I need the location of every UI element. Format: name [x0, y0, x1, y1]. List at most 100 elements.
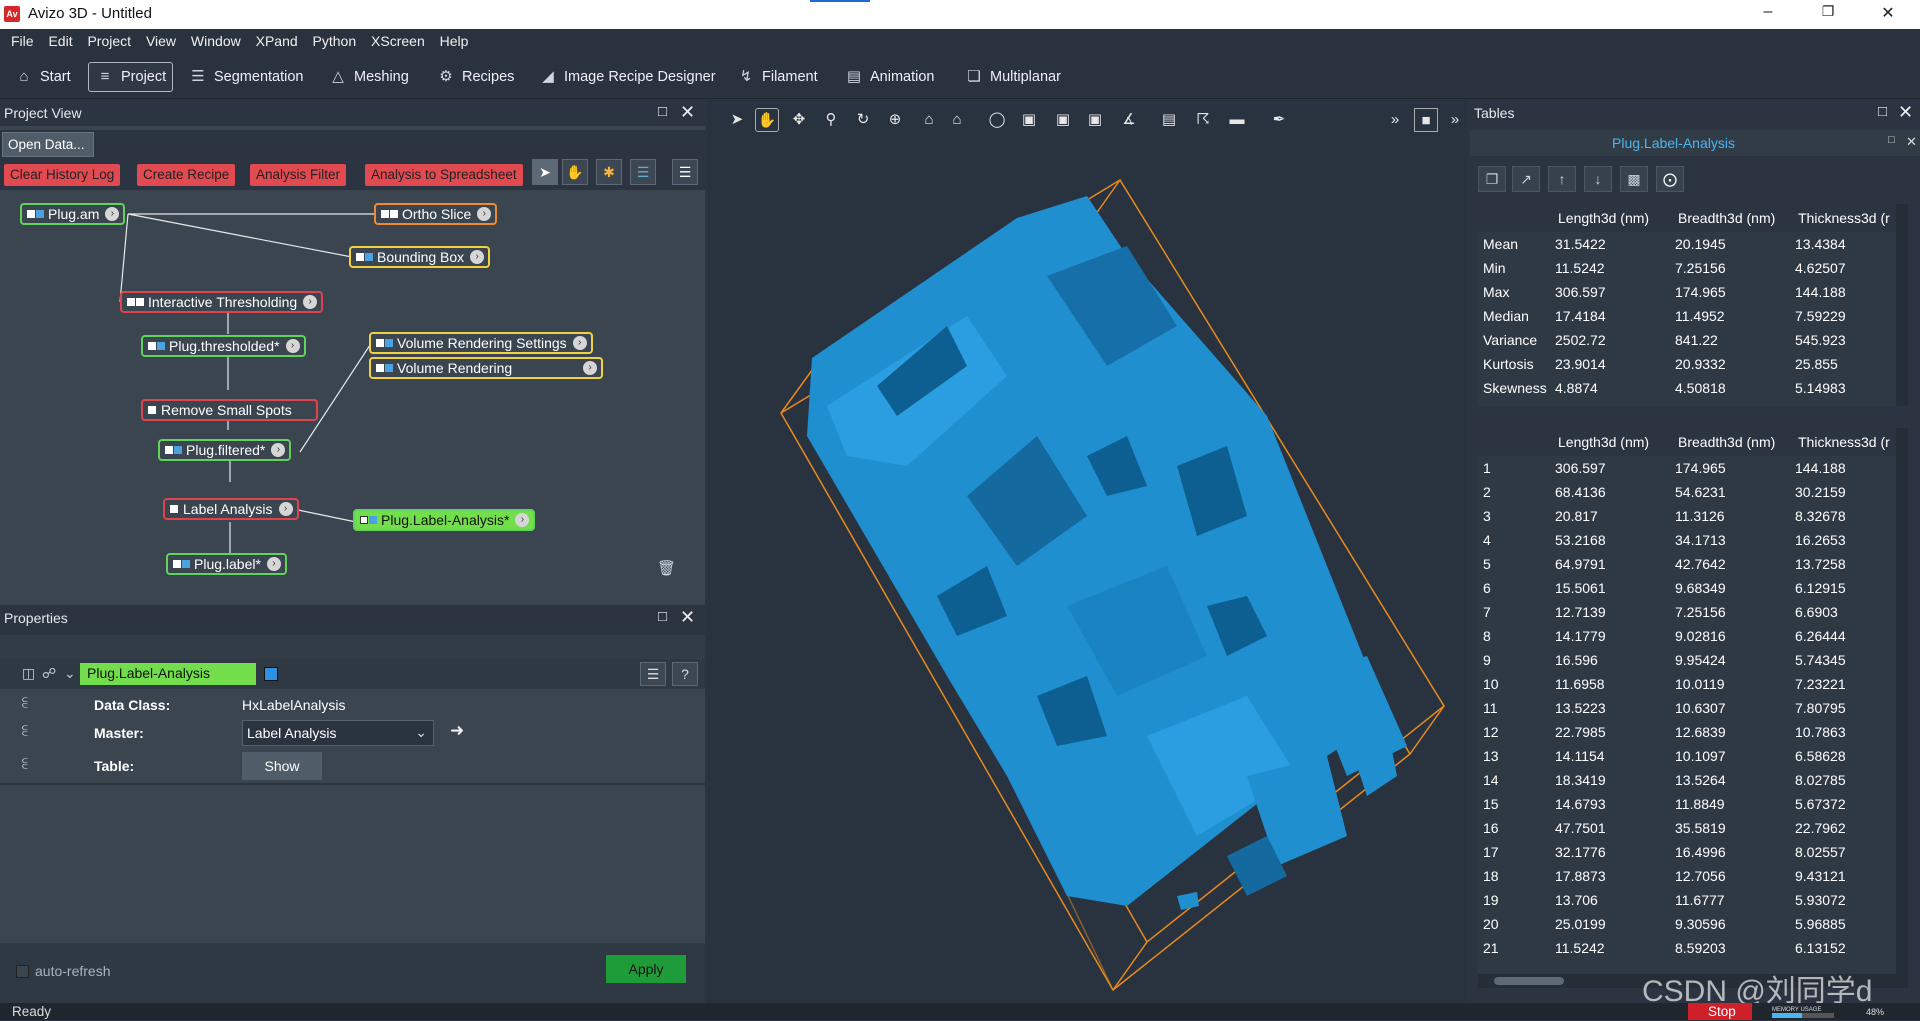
row-header[interactable]: Mean [1478, 232, 1550, 256]
node-visibility-icon[interactable] [148, 406, 156, 414]
volume-rendering-view[interactable] [707, 136, 1467, 1005]
row-header[interactable]: 14 [1478, 768, 1550, 792]
table-cell[interactable]: 11.3126 [1670, 504, 1790, 528]
zoom-icon[interactable]: ⚲ [819, 108, 843, 132]
close-panel-icon[interactable]: ✕ [680, 608, 695, 626]
row-header[interactable]: 10 [1478, 672, 1550, 696]
table-cell[interactable]: 7.25156 [1670, 256, 1790, 280]
row-header[interactable]: 1 [1478, 456, 1550, 480]
table-row[interactable]: 8 14.1779 9.02816 6.26444 [1478, 624, 1900, 648]
node-connect-icon[interactable]: › [470, 250, 485, 264]
row-header[interactable]: Skewness [1478, 376, 1550, 400]
node-ortho-slice[interactable]: Ortho Slice › [374, 203, 498, 225]
show-table-button[interactable]: Show [242, 752, 322, 780]
float-panel-icon[interactable]: □ [658, 608, 667, 626]
project-button[interactable]: ≡ Project [88, 62, 174, 92]
float-panel-icon[interactable]: □ [658, 103, 667, 121]
table-cell[interactable]: 10.0119 [1670, 672, 1790, 696]
table-cell[interactable]: 4.62507 [1790, 256, 1900, 280]
row-header[interactable]: 8 [1478, 624, 1550, 648]
table-cell[interactable]: 68.4136 [1550, 480, 1670, 504]
float-tab-icon[interactable]: □ [1888, 134, 1895, 146]
arrow-right-icon[interactable]: ➜ [450, 721, 464, 741]
table-cell[interactable]: 7.80795 [1790, 696, 1900, 720]
node-connect-icon[interactable]: › [278, 502, 293, 516]
pin-icon[interactable]: ⫕ [22, 756, 28, 772]
table-cell[interactable]: 10.6307 [1670, 696, 1790, 720]
column-header[interactable]: Length3d (nm) [1550, 428, 1670, 456]
table-cell[interactable]: 306.597 [1550, 456, 1670, 480]
table-cell[interactable]: 11.5242 [1550, 936, 1670, 960]
table-cell[interactable]: 11.4952 [1670, 304, 1790, 328]
node-connect-icon[interactable]: › [285, 339, 300, 353]
more-tools-icon[interactable]: » [1383, 108, 1407, 132]
row-header[interactable]: 12 [1478, 720, 1550, 744]
node-connect-icon[interactable]: › [583, 361, 597, 375]
scroll-thumb[interactable] [1494, 977, 1564, 985]
select-tool-icon[interactable]: ➤ [532, 159, 558, 185]
node-visibility-icon[interactable] [376, 364, 384, 372]
row-header[interactable]: 4 [1478, 528, 1550, 552]
table-cell[interactable]: 7.25156 [1670, 600, 1790, 624]
table-cell[interactable]: 7.59229 [1790, 304, 1900, 328]
recipe-designer-button[interactable]: ◢ Image Recipe Designer [532, 62, 722, 92]
table-cell[interactable]: 20.817 [1550, 504, 1670, 528]
table-row[interactable]: 15 14.6793 11.8849 5.67372 [1478, 792, 1900, 816]
node-volume-rendering-settings[interactable]: Volume Rendering Settings › [369, 332, 593, 354]
table-row[interactable]: 9 16.596 9.95424 5.74345 [1478, 648, 1900, 672]
tree-view-icon[interactable]: ☰ [630, 159, 656, 185]
node-plug-thresholded[interactable]: Plug.thresholded* › [141, 335, 306, 357]
project-graph[interactable]: Plug.am › Ortho Slice › Bounding Box › Inte… [0, 192, 705, 602]
table-cell[interactable]: 18.3419 [1550, 768, 1670, 792]
node-connect-icon[interactable]: › [105, 207, 120, 221]
table-cell[interactable]: 13.706 [1550, 888, 1670, 912]
row-header[interactable]: 17 [1478, 840, 1550, 864]
table-cell[interactable]: 6.58628 [1790, 744, 1900, 768]
table-cell[interactable]: 13.5223 [1550, 696, 1670, 720]
table-row[interactable]: 17 32.1776 16.4996 8.02557 [1478, 840, 1900, 864]
row-header[interactable]: 21 [1478, 936, 1550, 960]
table-cell[interactable]: 6.12915 [1790, 576, 1900, 600]
table-cell[interactable]: 144.188 [1790, 280, 1900, 304]
table-row[interactable]: 3 20.817 11.3126 8.32678 [1478, 504, 1900, 528]
table-cell[interactable]: 5.93072 [1790, 888, 1900, 912]
table-row[interactable]: 19 13.706 11.6777 5.93072 [1478, 888, 1900, 912]
table-cell[interactable]: 22.7962 [1790, 816, 1900, 840]
node-connect-icon[interactable]: › [271, 443, 286, 457]
rotate-icon[interactable]: ↻ [851, 108, 875, 132]
table-cell[interactable]: 9.68349 [1670, 576, 1790, 600]
table-row[interactable]: 13 14.1154 10.1097 6.58628 [1478, 744, 1900, 768]
table-cell[interactable]: 16.2653 [1790, 528, 1900, 552]
table-cell[interactable]: 14.1154 [1550, 744, 1670, 768]
target-icon[interactable]: ⨀ [1656, 166, 1684, 192]
table-cell[interactable]: 6.26444 [1790, 624, 1900, 648]
table-cell[interactable]: 6.13152 [1790, 936, 1900, 960]
master-select[interactable]: Label Analysis ⌄ [242, 720, 434, 746]
export-icon[interactable]: ↗ [1512, 166, 1540, 192]
table-cell[interactable]: 22.7985 [1550, 720, 1670, 744]
float-panel-icon[interactable]: □ [1878, 103, 1887, 121]
menu-help[interactable]: Help [429, 29, 469, 49]
column-header[interactable]: Length3d (nm) [1550, 204, 1670, 232]
table-cell[interactable]: 8.59203 [1670, 936, 1790, 960]
table-cell[interactable]: 11.8849 [1670, 792, 1790, 816]
table-row[interactable]: 18 17.8873 12.7056 9.43121 [1478, 864, 1900, 888]
node-connect-icon[interactable]: › [515, 513, 530, 527]
table-cell[interactable]: 5.74345 [1790, 648, 1900, 672]
menu-view[interactable]: View [135, 29, 176, 49]
menu-file[interactable]: File [0, 29, 34, 49]
module-name[interactable]: Plug.Label-Analysis [80, 663, 256, 685]
table-cell[interactable]: 42.7642 [1670, 552, 1790, 576]
node-label-analysis[interactable]: Label Analysis › [163, 498, 299, 520]
snapshot-icon[interactable]: ▣ [1083, 108, 1107, 132]
row-header[interactable]: 20 [1478, 912, 1550, 936]
menu-xscreen[interactable]: XScreen [360, 29, 425, 49]
table-row[interactable]: 14 18.3419 13.5264 8.02785 [1478, 768, 1900, 792]
table-cell[interactable]: 13.4384 [1790, 232, 1900, 256]
column-header[interactable]: Thickness3d (r [1790, 428, 1900, 456]
layout-icon[interactable]: ■ [1414, 108, 1438, 132]
node-connect-icon[interactable]: › [572, 336, 587, 350]
node-plug-label-analysis[interactable]: Plug.Label-Analysis* › [353, 509, 536, 531]
list-icon[interactable]: ☰ [640, 662, 666, 686]
clear-history-log-button[interactable]: Clear History Log [4, 164, 121, 186]
